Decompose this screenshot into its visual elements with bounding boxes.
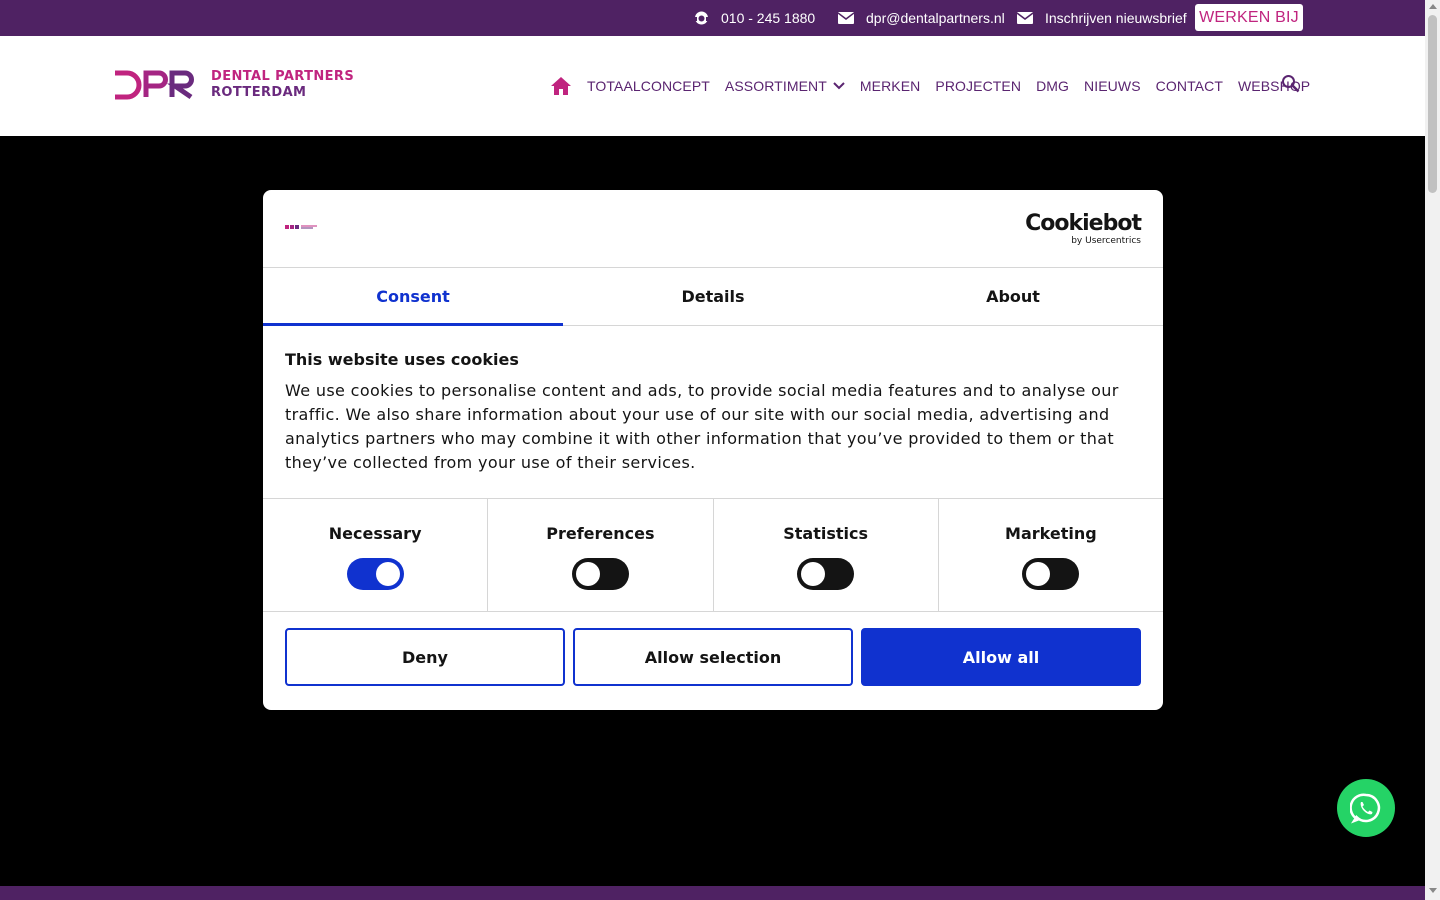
- main-nav: TOTAALCONCEPT ASSORTIMENT MERKEN PROJECT…: [551, 36, 1325, 136]
- dialog-tabs: Consent Details About: [263, 268, 1163, 326]
- pref-marketing: Marketing: [939, 499, 1163, 611]
- headset-icon: [695, 11, 708, 25]
- pref-label: Preferences: [546, 524, 655, 543]
- logo-line-1: DENTAL PARTNERS: [211, 69, 355, 84]
- cookiebot-name: Cookiebot: [1025, 211, 1142, 236]
- logo-line-2: ROTTERDAM: [211, 85, 307, 100]
- nav-assortiment[interactable]: ASSORTIMENT: [725, 78, 845, 94]
- page-scrollbar[interactable]: [1425, 0, 1440, 900]
- phone-link[interactable]: 010 - 245 1880: [694, 0, 815, 36]
- toggle-knob: [1026, 562, 1051, 586]
- mail-icon: [838, 12, 854, 24]
- toggle-knob: [575, 562, 600, 586]
- nav-label: NIEUWS: [1084, 78, 1141, 94]
- nav-label: DMG: [1036, 78, 1070, 94]
- home-icon: [551, 77, 571, 95]
- nav-label: TOTAALCONCEPT: [587, 78, 710, 94]
- site-logo[interactable]: DENTAL PARTNERS ROTTERDAM: [113, 69, 354, 101]
- cookie-consent-dialog: Cookiebot by Usercentrics Consent Detail…: [263, 190, 1163, 710]
- nav-merken[interactable]: MERKEN: [860, 78, 921, 94]
- scroll-thumb[interactable]: [1428, 15, 1437, 193]
- footer-strip: [0, 886, 1425, 900]
- whatsapp-icon: [1350, 793, 1381, 824]
- email-link[interactable]: dpr@dentalpartners.nl: [838, 0, 1005, 36]
- scroll-up-arrow[interactable]: [1429, 4, 1437, 9]
- tab-about[interactable]: About: [863, 268, 1163, 325]
- scroll-down-arrow[interactable]: [1429, 888, 1437, 893]
- pref-statistics: Statistics: [714, 499, 939, 611]
- cookiebot-sub: by Usercentrics: [1071, 236, 1141, 246]
- deny-button[interactable]: Deny: [285, 628, 565, 686]
- pref-necessary: Necessary: [263, 499, 489, 611]
- nav-label: CONTACT: [1155, 78, 1223, 94]
- email-address: dpr@dentalpartners.nl: [866, 10, 1005, 26]
- nav-contact[interactable]: CONTACT: [1156, 78, 1223, 94]
- toggle-knob: [375, 562, 400, 586]
- mail-icon: [1017, 12, 1033, 24]
- consent-text: We use cookies to personalise content an…: [285, 381, 1119, 472]
- nav-dmg[interactable]: DMG: [1036, 78, 1069, 94]
- pref-label: Statistics: [783, 524, 868, 543]
- pref-label: Marketing: [1005, 524, 1097, 543]
- newsletter-link[interactable]: Inschrijven nieuwsbrief: [1017, 0, 1187, 36]
- statistics-toggle[interactable]: [797, 558, 855, 590]
- necessary-toggle[interactable]: [346, 558, 404, 590]
- allow-selection-button[interactable]: Allow selection: [573, 628, 853, 686]
- tab-consent[interactable]: Consent: [263, 268, 563, 326]
- allow-all-button[interactable]: Allow all: [861, 628, 1141, 686]
- nav-label: PROJECTEN: [935, 78, 1022, 94]
- phone-number: 010 - 245 1880: [721, 10, 816, 26]
- site-header: DENTAL PARTNERS ROTTERDAM TOTAALCONCEPT …: [0, 36, 1425, 136]
- nav-label: MERKEN: [859, 78, 921, 94]
- pref-preferences: Preferences: [488, 499, 714, 611]
- search-icon: [1282, 75, 1300, 93]
- marketing-toggle[interactable]: [1022, 558, 1080, 590]
- newsletter-label: Inschrijven nieuwsbrief: [1045, 10, 1187, 26]
- top-bar: 010 - 245 1880 dpr@dentalpartners.nl Ins…: [0, 0, 1425, 36]
- consent-title: This website uses cookies: [285, 350, 519, 369]
- werken-bij-button[interactable]: WERKEN BIJ: [1195, 4, 1303, 31]
- tab-details[interactable]: Details: [563, 268, 863, 325]
- dpr-logo-mark: [115, 70, 194, 100]
- whatsapp-button[interactable]: [1337, 779, 1395, 837]
- chevron-down-icon: [833, 82, 845, 90]
- nav-projecten[interactable]: PROJECTEN: [935, 78, 1021, 94]
- nav-home[interactable]: [551, 77, 571, 95]
- dialog-header: Cookiebot by Usercentrics: [263, 190, 1163, 268]
- dpr-mini-logo: [285, 225, 317, 229]
- preferences-toggle[interactable]: [571, 558, 629, 590]
- search-button[interactable]: [1281, 74, 1300, 97]
- cookiebot-brand[interactable]: Cookiebot by Usercentrics: [1025, 211, 1142, 247]
- logo-text: DENTAL PARTNERS ROTTERDAM: [211, 69, 354, 101]
- cookie-preferences: Necessary Preferences Statistics Marketi…: [263, 499, 1163, 612]
- nav-nieuws[interactable]: NIEUWS: [1084, 78, 1141, 94]
- toggle-knob: [801, 562, 826, 586]
- nav-label: ASSORTIMENT: [724, 78, 827, 94]
- nav-totaalconcept[interactable]: TOTAALCONCEPT: [587, 78, 710, 94]
- consent-body: This website uses cookies We use cookies…: [263, 326, 1163, 499]
- pref-label: Necessary: [328, 524, 422, 543]
- dialog-actions: Deny Allow selection Allow all: [263, 612, 1163, 702]
